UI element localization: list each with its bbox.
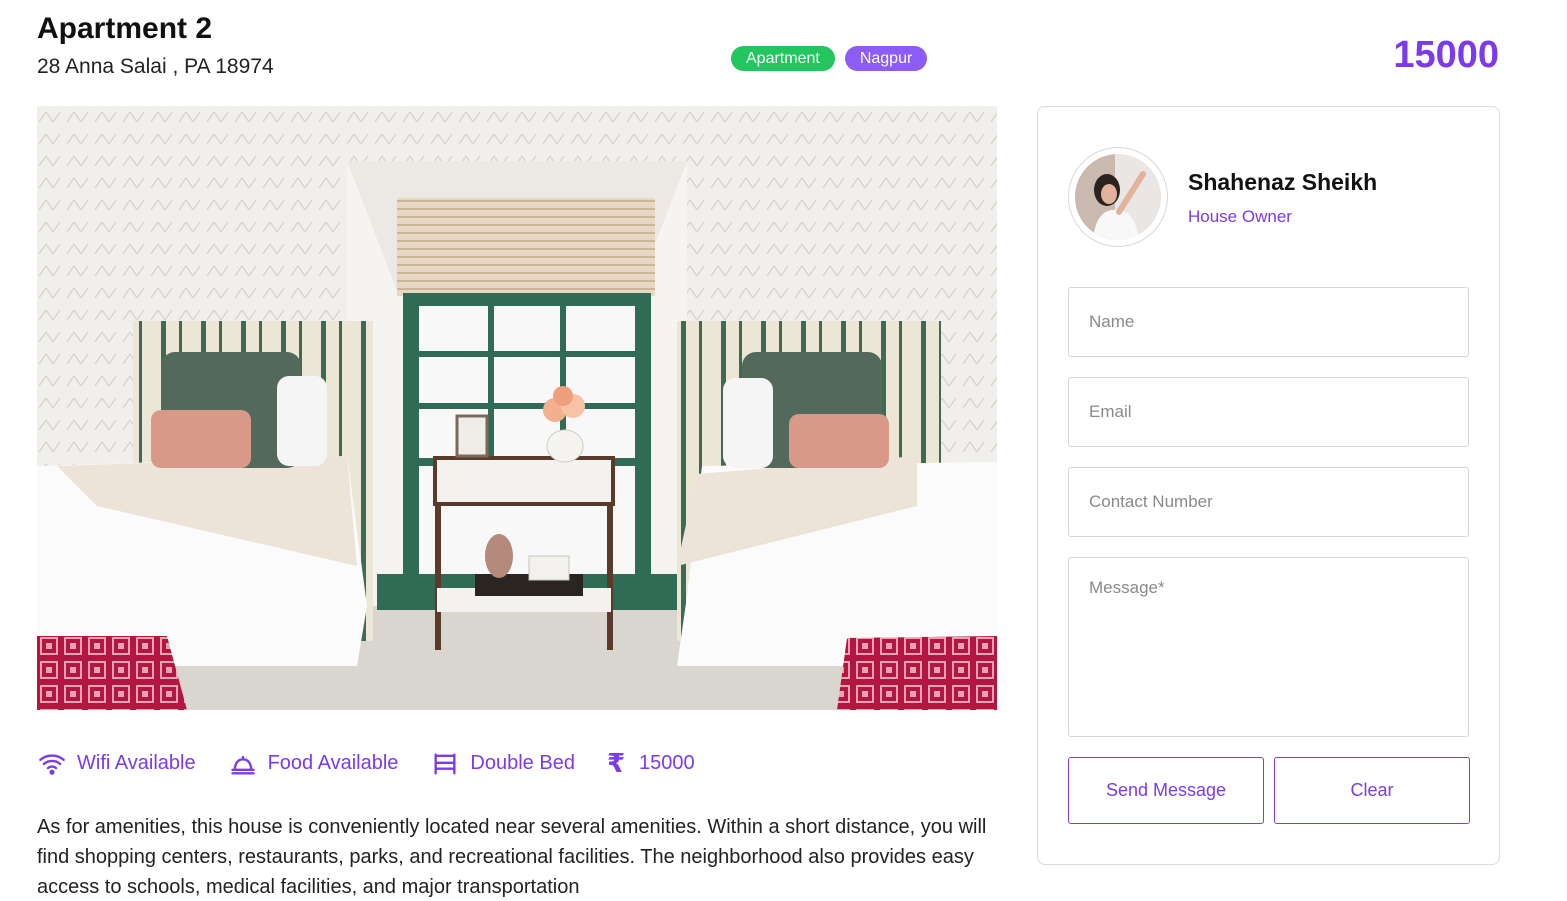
amenity-price: ₹ 15000 <box>607 748 695 779</box>
contact-number-input[interactable] <box>1068 467 1469 537</box>
clear-button[interactable]: Clear <box>1274 757 1470 824</box>
amenity-bed: Double Bed <box>430 749 575 779</box>
avatar <box>1068 147 1168 247</box>
amenity-food-label: Food Available <box>267 752 399 774</box>
listing-address: 28 Anna Salai , PA 18974 <box>37 55 274 78</box>
badge-group: Apartment Nagpur <box>731 46 928 71</box>
type-badge: Apartment <box>731 46 835 71</box>
listing-price: 15000 <box>1393 34 1499 76</box>
message-textarea[interactable] <box>1068 557 1469 737</box>
listing-title: Apartment 2 <box>37 12 213 45</box>
rupee-icon: ₹ <box>606 748 626 778</box>
amenity-wifi-label: Wifi Available <box>77 752 196 774</box>
property-description: As for amenities, this house is convenie… <box>37 816 987 898</box>
owner-role: House Owner <box>1188 207 1292 226</box>
email-input[interactable] <box>1068 377 1469 447</box>
amenity-price-label: 15000 <box>639 752 695 774</box>
amenity-food: Food Available <box>228 749 399 779</box>
city-badge: Nagpur <box>844 46 928 71</box>
owner-name: Shahenaz Sheikh <box>1188 169 1378 195</box>
wifi-icon <box>37 749 67 779</box>
send-message-button[interactable]: Send Message <box>1068 757 1264 824</box>
amenities-row: Wifi Available Food Available Double Bed <box>37 748 727 779</box>
food-icon <box>228 749 258 779</box>
bed-icon <box>430 749 460 779</box>
amenity-wifi: Wifi Available <box>37 749 196 779</box>
name-input[interactable] <box>1068 287 1469 357</box>
property-photo <box>37 106 997 710</box>
amenity-bed-label: Double Bed <box>470 752 575 774</box>
contact-card: Shahenaz Sheikh House Owner Send Message… <box>1037 106 1500 865</box>
